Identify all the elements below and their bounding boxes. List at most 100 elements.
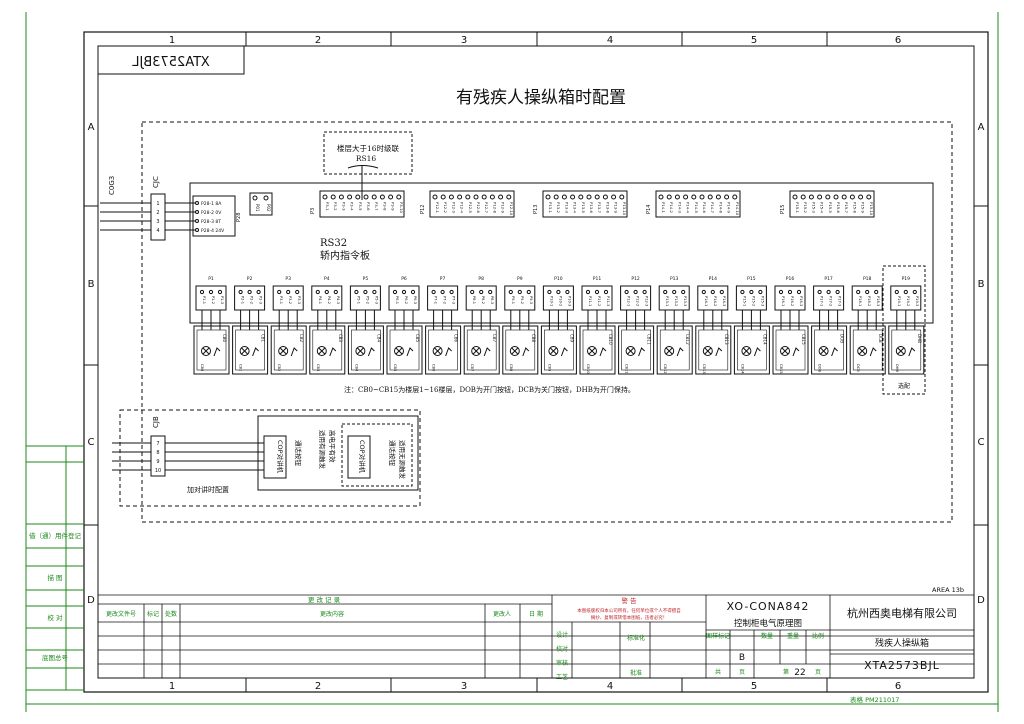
row-label-left: B — [88, 279, 95, 290]
switch-icon — [908, 347, 916, 357]
button-conn-pin-label: P7-2 — [443, 296, 447, 304]
connector-label: P3 — [310, 208, 316, 214]
button-conn-pin — [508, 289, 513, 295]
p28-pin-label: P28-3 8T — [201, 219, 221, 225]
connector-pin — [388, 194, 394, 200]
switch-icon — [252, 347, 259, 357]
top-connectors: P3 P3-1 P3-2 P3-3 P3-4 P3-5 P3-6 P3-7 P3-8 P3-9 P3… — [310, 190, 875, 218]
p28-pin-label: P28-1 8A — [201, 201, 222, 207]
connector-pin — [473, 194, 479, 200]
col-label-top: 5 — [751, 35, 757, 46]
connector-pin-label: P14-6 — [702, 202, 707, 213]
switch-icon — [676, 347, 684, 357]
button-name: CB11 — [647, 334, 652, 345]
button-name: CB2 — [299, 334, 304, 343]
connector-pin — [432, 194, 438, 200]
button-conn-pin — [410, 289, 416, 295]
jumper-pin — [263, 195, 269, 201]
button-conn-pin-label: P10-3 — [567, 296, 571, 306]
button-conn-pin-label: P4-2 — [327, 296, 331, 304]
button-name-small: DCB — [856, 364, 860, 372]
button-conn-label: P9 — [517, 276, 523, 282]
switch-icon — [406, 347, 414, 357]
button-conn-pin — [277, 289, 282, 295]
button-conn-pin — [740, 289, 745, 295]
cjc-pin: 1 — [156, 201, 159, 207]
left-strip-label: 底图总号 — [42, 653, 69, 662]
column-labels-bottom: 1 2 3 4 5 6 — [169, 681, 901, 692]
button-row: P1 P1-1 P1-2 P1-3 CB0 CB0 P2 P2-1 P2-2 P2-3 CB1 CB1… — [193, 276, 925, 375]
row-label-left: A — [88, 122, 95, 133]
connector-pin — [338, 194, 344, 200]
button-name-small: CB15 — [779, 364, 783, 374]
button-conn-label: P12 — [631, 276, 640, 282]
button-conn-pin-label: P14-1 — [704, 296, 708, 306]
revision-header: 更 改 记 录 — [308, 595, 341, 604]
button-conn-label: P18 — [863, 276, 872, 282]
button-conn-pin — [701, 289, 706, 295]
pin-dot — [195, 210, 199, 214]
button-conn-pin — [315, 289, 320, 295]
cjc-label: CJC — [152, 176, 160, 188]
button-conn-pin — [208, 289, 214, 295]
button-conn-pin-label: P7-1 — [434, 296, 438, 304]
switch-icon — [753, 347, 761, 357]
button-conn-pin-label: P16-3 — [799, 296, 803, 306]
page-prefix: 第 — [783, 668, 789, 676]
button-conn-pin — [758, 289, 763, 295]
button-conn-pin-label: P6-1 — [395, 296, 399, 304]
connector-pin-label: P3-6 — [366, 202, 371, 211]
connector-pin-label: P12-9 — [501, 202, 506, 213]
connector-pin — [578, 194, 584, 200]
button-name-small: CB10 — [586, 364, 590, 374]
revision-column-header: 日 期 — [529, 610, 543, 618]
button-name-small: CB12 — [663, 364, 667, 374]
sign-row-label: 工艺 — [556, 673, 568, 681]
row-label-right: C — [978, 437, 985, 448]
connector-pin — [545, 194, 551, 200]
alt-label-2: 适用无源触发 — [398, 440, 407, 480]
button-conn-pin — [247, 289, 252, 295]
qty-header: 数量 — [761, 632, 773, 640]
company-name: 杭州西奥电梯有限公司 — [847, 606, 957, 620]
button-conn-pin — [594, 289, 600, 295]
button-conn-label: P19 — [902, 276, 911, 282]
connector-pin-label: P13-9 — [614, 202, 619, 213]
cjc-pin: 3 — [156, 219, 159, 225]
connector-pin — [849, 194, 855, 200]
button-conn-pin — [431, 289, 436, 295]
connector-pin — [553, 194, 559, 200]
connector-pin-label: P15-6 — [836, 202, 841, 213]
connector-pin — [440, 194, 446, 200]
col-label-bottom: 1 — [169, 681, 175, 692]
stage-mark: B — [739, 653, 745, 663]
button-name-small: CB13 — [702, 364, 706, 374]
col-label-top: 3 — [461, 35, 467, 46]
connector-pin — [363, 194, 369, 200]
connector-pin-label: P15-2 — [803, 202, 808, 213]
connector-pin-label: P14-2 — [669, 202, 674, 213]
button-name-small: CB8 — [509, 364, 513, 372]
button-conn-pin-label: P18-1 — [858, 296, 862, 306]
connector-pin — [611, 194, 617, 200]
row-label-right: A — [978, 122, 985, 133]
button-conn-label: P8 — [478, 276, 484, 282]
rs16-note: 楼层大于16时级联 — [337, 143, 400, 153]
connector-pin-label: P12-7 — [484, 202, 489, 213]
button-conn-pin-label: P9-1 — [511, 296, 515, 304]
connector-pin — [691, 194, 697, 200]
connector-pin-label: P15-4 — [820, 202, 825, 213]
button-conn-pin-label: P10-1 — [549, 296, 553, 306]
button-conn-pin-label: P6-3 — [413, 296, 417, 304]
connector-pin-label: P14-8 — [718, 202, 723, 213]
revision-column-header: 更改文件号 — [106, 610, 136, 618]
button-name: CB7 — [492, 334, 497, 343]
button-name: CB6 — [454, 334, 459, 343]
connector-pin-label: P12-4 — [460, 202, 465, 213]
button-conn-pin — [238, 289, 243, 295]
button-name: DOB — [840, 334, 845, 343]
button-conn-pin-label: P16-2 — [790, 296, 794, 306]
button-conn-pin-label: P14-3 — [722, 296, 726, 306]
sheet-label: 页 — [739, 669, 745, 676]
drawing-name: 控制柜电气原理图 — [734, 618, 802, 629]
